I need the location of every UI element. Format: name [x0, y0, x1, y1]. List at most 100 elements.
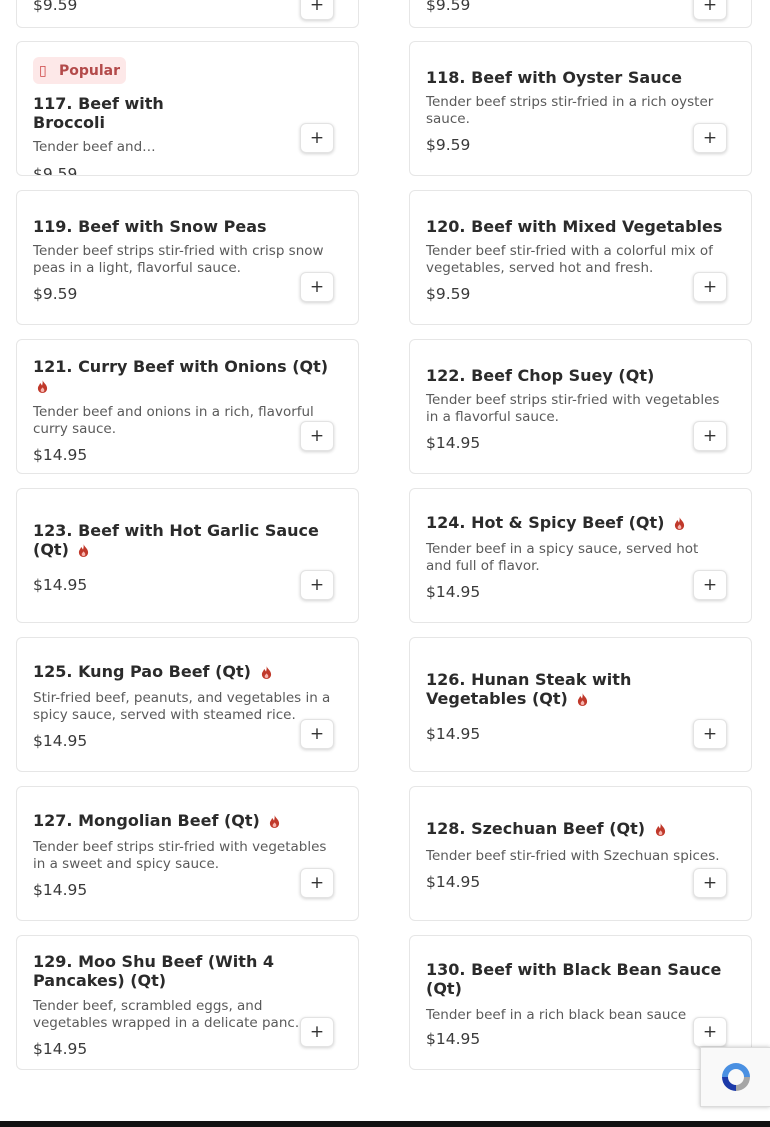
- popular-badge: ▯ Popular: [33, 57, 127, 84]
- item-title: 126. Hunan Steak with Vegetables (Qt): [426, 670, 632, 708]
- item-description: Tender beef in a spicy sauce, served hot…: [426, 541, 699, 574]
- plus-icon: +: [702, 723, 718, 744]
- plus-icon: +: [309, 723, 325, 744]
- menu-item-card[interactable]: 123. Beef with Hot Garlic Sauce (Qt) $14…: [16, 488, 359, 623]
- popular-label: Popular: [59, 62, 121, 79]
- item-price: $9.59: [426, 0, 471, 14]
- flame-icon: [655, 823, 665, 836]
- plus-icon: +: [309, 574, 325, 595]
- item-description: Tender beef in a rich black bean sauce: [426, 1007, 687, 1023]
- plus-icon: +: [702, 1021, 718, 1042]
- add-to-cart-button[interactable]: +: [693, 123, 727, 153]
- item-price: $9.59: [426, 136, 471, 154]
- item-title: 125. Kung Pao Beef (Qt): [33, 662, 343, 681]
- menu-item-card[interactable]: 120. Beef with Mixed Vegetables Tender b…: [409, 190, 752, 325]
- plus-icon: +: [702, 0, 718, 15]
- item-description: Tender beef stir-fried with Szechuan spi…: [426, 848, 720, 864]
- menu-item-card[interactable]: 121. Curry Beef with Onions (Qt) Tender …: [16, 339, 359, 474]
- menu-item-card[interactable]: 126. Hunan Steak with Vegetables (Qt) $1…: [409, 637, 752, 772]
- menu-item-card[interactable]: ▯ Popular 117. Beef with Broccoli Tender…: [16, 41, 359, 176]
- item-price: $9.59: [426, 285, 471, 303]
- flame-icon: [261, 666, 271, 679]
- add-to-cart-button[interactable]: +: [693, 0, 727, 20]
- menu-item-card[interactable]: 129. Moo Shu Beef (With 4 Pancakes) (Qt)…: [16, 935, 359, 1070]
- item-price: $14.95: [33, 576, 88, 594]
- footer-bar: [0, 1121, 770, 1127]
- add-to-cart-button[interactable]: +: [693, 272, 727, 302]
- item-price: $9.59: [33, 165, 78, 176]
- item-price: $14.95: [33, 1040, 88, 1058]
- item-title: 123. Beef with Hot Garlic Sauce (Qt): [33, 521, 319, 559]
- plus-icon: +: [309, 276, 325, 297]
- menu-item-card[interactable]: 122. Beef Chop Suey (Qt) Tender beef str…: [409, 339, 752, 474]
- flame-icon: [674, 517, 685, 530]
- menu-item-card-partial-left[interactable]: $9.59 +: [16, 0, 359, 28]
- add-to-cart-button[interactable]: +: [300, 570, 334, 600]
- plus-icon: +: [702, 276, 718, 297]
- item-description: Stir-fried beef, peanuts, and vegetables…: [33, 690, 331, 723]
- add-to-cart-button[interactable]: +: [300, 421, 334, 451]
- item-title: 118. Beef with Oyster Sauce: [426, 68, 682, 87]
- add-to-cart-button[interactable]: +: [300, 719, 334, 749]
- menu-item-card[interactable]: 124. Hot & Spicy Beef (Qt) Tender beef i…: [409, 488, 752, 623]
- fire-emoji-icon: ▯: [39, 62, 47, 79]
- add-to-cart-button[interactable]: +: [300, 272, 334, 302]
- flame-icon: [37, 380, 48, 393]
- plus-icon: +: [702, 127, 718, 148]
- item-price: $14.95: [426, 725, 481, 743]
- plus-icon: +: [702, 425, 718, 446]
- item-description: Tender beef stir-fried with a colorful m…: [426, 243, 713, 276]
- flame-icon: [578, 693, 588, 706]
- add-to-cart-button[interactable]: +: [300, 1017, 334, 1047]
- menu-item-card[interactable]: 118. Beef with Oyster Sauce Tender beef …: [409, 41, 752, 176]
- item-description: Tender beef and onions in a rich, flavor…: [33, 404, 314, 437]
- item-description: Tender beef strips stir-fried in a rich …: [426, 94, 714, 127]
- item-description: Tender beef and…: [33, 139, 156, 155]
- add-to-cart-button[interactable]: +: [693, 421, 727, 451]
- item-price: $14.95: [426, 434, 481, 452]
- add-to-cart-button[interactable]: +: [693, 719, 727, 749]
- item-title: 129. Moo Shu Beef (With 4 Pancakes) (Qt): [33, 952, 275, 990]
- item-price: $14.95: [33, 446, 88, 464]
- menu-item-card-partial-right[interactable]: $9.59 +: [409, 0, 752, 28]
- add-to-cart-button[interactable]: +: [300, 123, 334, 153]
- plus-icon: +: [309, 872, 325, 893]
- add-to-cart-button[interactable]: +: [693, 570, 727, 600]
- item-price: $14.95: [426, 1030, 481, 1048]
- flame-icon: [270, 815, 280, 828]
- item-title: 120. Beef with Mixed Vegetables: [426, 217, 723, 236]
- plus-icon: +: [309, 127, 325, 148]
- recaptcha-icon: [721, 1063, 750, 1091]
- item-description: Tender beef, scrambled eggs, and vegetab…: [33, 998, 309, 1031]
- menu-item-card[interactable]: 125. Kung Pao Beef (Qt) Stir-fried beef,…: [16, 637, 359, 772]
- flame-icon: [79, 544, 89, 557]
- item-price: $14.95: [33, 881, 88, 899]
- item-description: Tender beef strips stir-fried with crisp…: [33, 243, 324, 276]
- menu-item-card[interactable]: 119. Beef with Snow Peas Tender beef str…: [16, 190, 359, 325]
- item-title: 117. Beef with Broccoli: [33, 94, 164, 132]
- plus-icon: +: [309, 0, 325, 15]
- menu-item-card[interactable]: 127. Mongolian Beef (Qt) Tender beef str…: [16, 786, 359, 921]
- plus-icon: +: [702, 872, 718, 893]
- menu-item-card[interactable]: 128. Szechuan Beef (Qt) Tender beef stir…: [409, 786, 752, 921]
- item-price: $14.95: [426, 873, 481, 891]
- item-description: Tender beef strips stir-fried with veget…: [426, 392, 720, 425]
- item-title: 122. Beef Chop Suey (Qt): [426, 366, 655, 385]
- add-to-cart-button[interactable]: +: [300, 0, 334, 20]
- item-description: Tender beef strips stir-fried with veget…: [33, 839, 327, 872]
- item-title: 127. Mongolian Beef (Qt): [33, 811, 343, 830]
- plus-icon: +: [309, 425, 325, 446]
- add-to-cart-button[interactable]: +: [300, 868, 334, 898]
- item-title: 119. Beef with Snow Peas: [33, 217, 267, 236]
- item-price: $9.59: [33, 0, 78, 14]
- item-title: 121. Curry Beef with Onions (Qt): [33, 357, 343, 395]
- recaptcha-badge[interactable]: [700, 1047, 770, 1107]
- plus-icon: +: [702, 574, 718, 595]
- add-to-cart-button[interactable]: +: [693, 1017, 727, 1047]
- add-to-cart-button[interactable]: +: [693, 868, 727, 898]
- item-price: $14.95: [426, 583, 481, 601]
- item-title: 128. Szechuan Beef (Qt): [426, 819, 736, 838]
- item-price: $14.95: [33, 732, 88, 750]
- item-price: $9.59: [33, 285, 78, 303]
- item-title: 124. Hot & Spicy Beef (Qt): [426, 513, 736, 532]
